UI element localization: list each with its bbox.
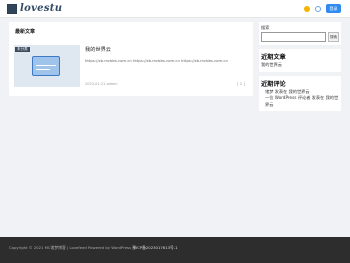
site-logo[interactable]: lovestu: [7, 3, 62, 14]
footer-text: Copyright © 2021 MC诸梦博客 | Lovefeed Power…: [9, 245, 178, 251]
thumb-line: [36, 65, 56, 66]
post-card[interactable]: 未分类 我的世界云 https://zb.mcbbs.com.cn https:…: [14, 45, 248, 87]
thumb-line: [36, 69, 50, 70]
header-actions: 登录: [304, 4, 341, 13]
browser-window-icon: [32, 56, 60, 76]
logo-text: lovestu: [20, 3, 63, 14]
copyright-text: Copyright © 2021 MC诸梦博客 | Lovefeed Power…: [9, 245, 131, 250]
post-meta: 2023-01-21 admin: [85, 82, 118, 86]
recent-comments-widget: 近期评论 诸梦 发表在 我的世界云 一位 WordPress 评论者 发表在 我…: [259, 75, 341, 111]
search-input[interactable]: [261, 32, 327, 42]
search-row: 搜索: [261, 32, 339, 42]
category-badge[interactable]: 未分类: [15, 47, 30, 52]
latest-posts-panel: 最新文章 未分类 我的世界云 https://zb.mcbbs.com.cn h…: [9, 22, 253, 96]
search-button[interactable]: 搜索: [328, 32, 339, 42]
sidebar: 搜索 搜索 近期文章 我的世界云 近期评论 诸梦 发表在 我的世界云 一位 Wo…: [259, 22, 341, 115]
section-title: 最新文章: [15, 29, 36, 35]
post-excerpt: https://zb.mcbbs.com.cn https://zb.mcbbs…: [85, 58, 228, 63]
comment-count[interactable]: [ 2 ]: [237, 81, 245, 86]
icp-link[interactable]: 豫ICP备2023017613号-1: [132, 245, 177, 250]
site-footer: Copyright © 2021 MC诸梦博客 | Lovefeed Power…: [0, 237, 350, 263]
post-title[interactable]: 我的世界云: [85, 46, 111, 53]
widget-title: 近期文章: [261, 54, 286, 61]
recent-post-link[interactable]: 我的世界云: [261, 62, 339, 69]
login-button[interactable]: 登录: [326, 4, 341, 13]
widget-title: 近期评论: [261, 80, 286, 88]
search-icon[interactable]: [315, 5, 321, 12]
post-thumbnail[interactable]: 未分类: [14, 45, 80, 87]
logo-mark-icon: [7, 3, 17, 14]
top-navbar: lovestu 登录: [0, 0, 350, 18]
recent-comment-item[interactable]: 一位 WordPress 评论者 发表在 我的世界云: [261, 95, 339, 108]
sun-icon[interactable]: [304, 5, 310, 12]
search-widget: 搜索 搜索: [259, 22, 341, 45]
recent-posts-widget: 近期文章 我的世界云: [259, 49, 341, 72]
search-label: 搜索: [261, 25, 270, 30]
